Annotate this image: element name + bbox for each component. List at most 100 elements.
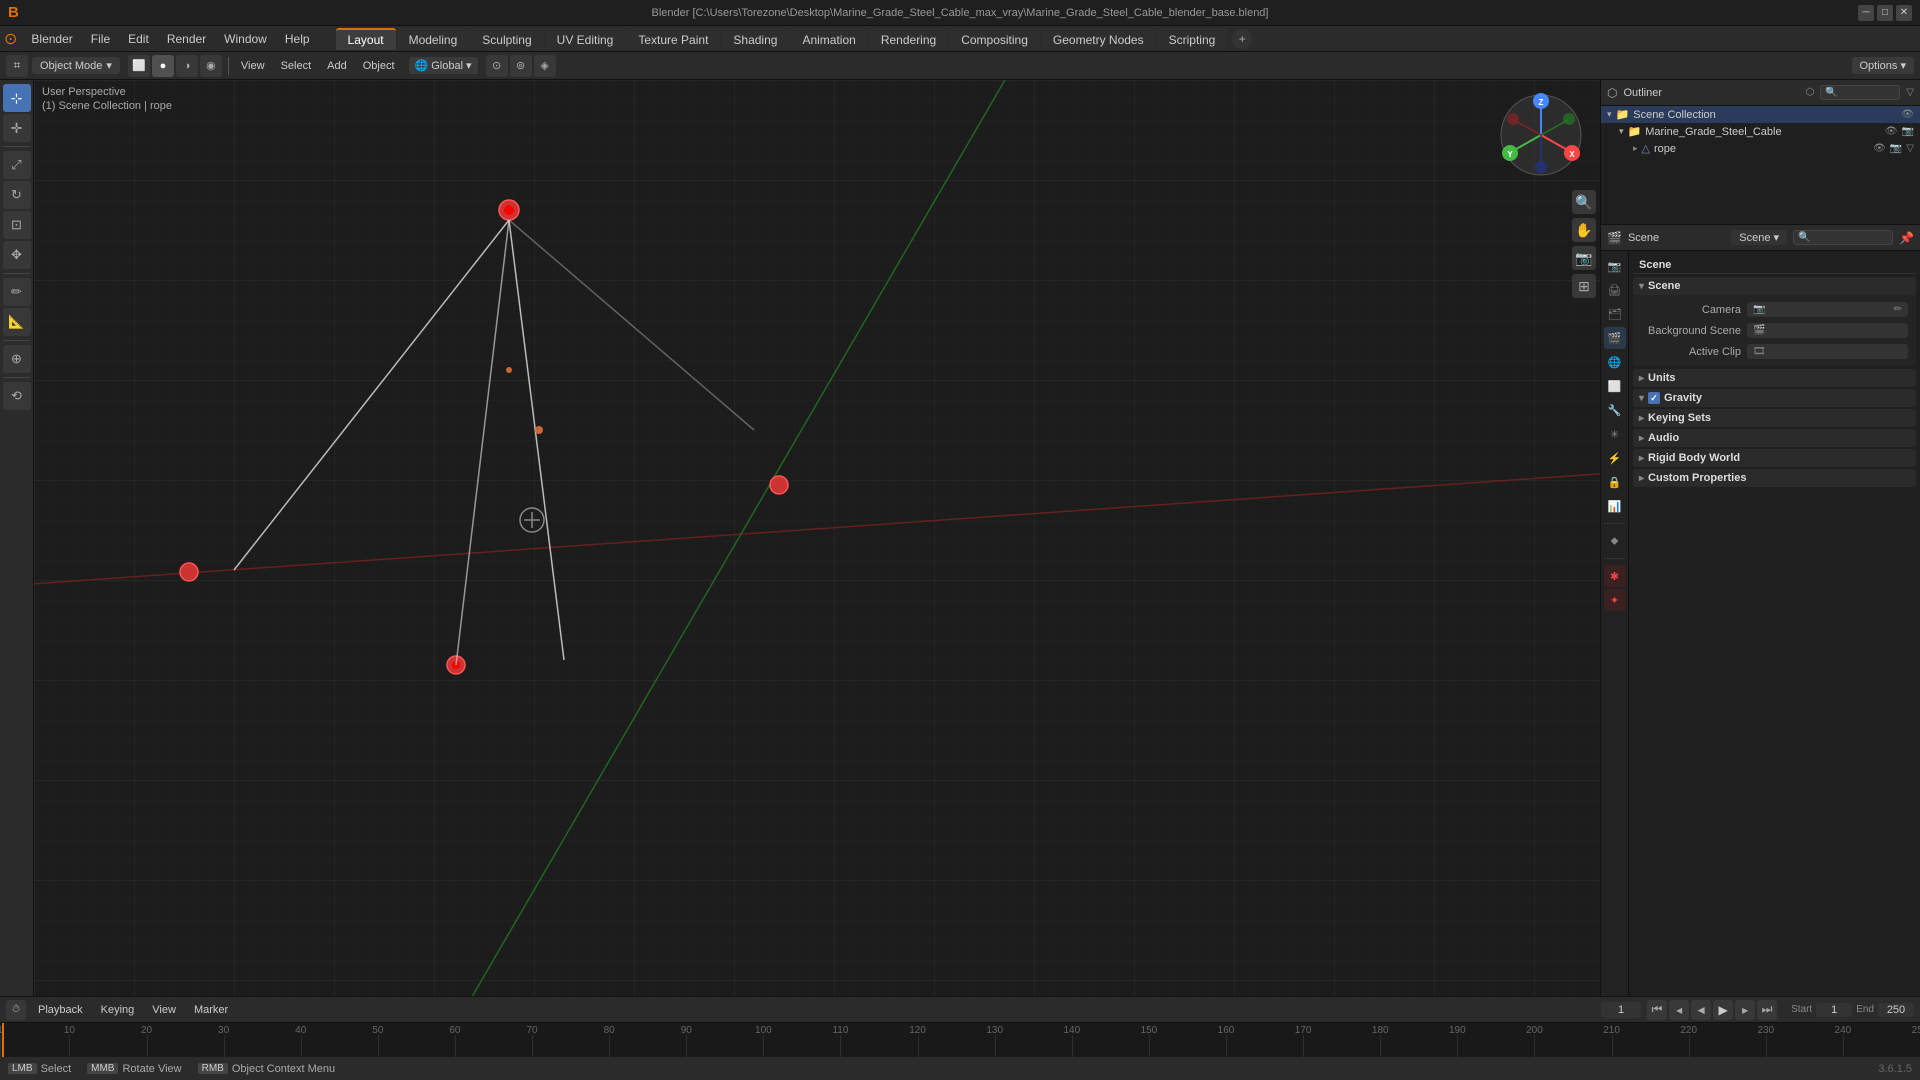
end-frame-value[interactable]: 250 [1878, 1003, 1914, 1017]
menu-file[interactable]: File [83, 30, 118, 48]
menu-window[interactable]: Window [216, 30, 275, 48]
current-frame-display[interactable]: 1 [1601, 1002, 1641, 1018]
view-menu[interactable]: View [235, 58, 271, 74]
snap-button[interactable]: ⊙ [486, 55, 508, 77]
modifier-properties-icon[interactable]: 🔧 [1604, 399, 1626, 421]
close-button[interactable]: ✕ [1896, 5, 1912, 21]
object-properties-icon[interactable]: ⬜ [1604, 375, 1626, 397]
properties-pin-button[interactable]: 📌 [1899, 231, 1914, 245]
tab-scripting[interactable]: Scripting [1157, 28, 1228, 50]
zoom-in-button[interactable]: 🔍 [1572, 190, 1596, 214]
hand-tool-button[interactable]: ✋ [1572, 218, 1596, 242]
prev-keyframe-button[interactable]: ◂ [1669, 1000, 1689, 1020]
outliner-item-scene-collection[interactable]: ▾ 📁 Scene Collection 👁 [1601, 106, 1920, 123]
properties-scene-selector[interactable]: Scene ▾ [1731, 230, 1787, 245]
tab-geometry-nodes[interactable]: Geometry Nodes [1041, 28, 1156, 50]
scale-tool[interactable]: ⊡ [3, 211, 31, 239]
outliner-search[interactable] [1820, 85, 1900, 100]
annotate-tool[interactable]: ✏ [3, 278, 31, 306]
rotate-tool[interactable]: ↻ [3, 181, 31, 209]
jump-end-button[interactable]: ⏭ [1757, 1000, 1777, 1020]
audio-section-header[interactable]: ▸ Audio [1633, 429, 1916, 447]
cursor-tool[interactable]: ✛ [3, 114, 31, 142]
add-menu[interactable]: Add [321, 58, 353, 74]
menu-help[interactable]: Help [277, 30, 318, 48]
scene-collection-visible-icon[interactable]: 👁 [1901, 109, 1914, 120]
add-workspace-button[interactable]: + [1232, 29, 1252, 49]
tab-modeling[interactable]: Modeling [397, 28, 470, 50]
outliner-item-marine[interactable]: ▾ 📁 Marine_Grade_Steel_Cable 👁 📷 [1601, 123, 1920, 140]
tab-sculpting[interactable]: Sculpting [470, 28, 543, 50]
viewport-shading-solid[interactable]: ● [152, 55, 174, 77]
marker-menu[interactable]: Marker [188, 1002, 234, 1018]
tab-layout[interactable]: Layout [336, 28, 396, 50]
gravity-section-header[interactable]: ▾ ✓ Gravity [1633, 389, 1916, 407]
particles-active-icon[interactable]: ✦ [1604, 589, 1626, 611]
editor-type-button[interactable]: ⌗ [6, 55, 28, 77]
play-reverse-button[interactable]: ◄ [1691, 1000, 1711, 1020]
view-layer-properties-icon[interactable]: 🗂 [1604, 303, 1626, 325]
transform-tool[interactable]: ✥ [3, 241, 31, 269]
navigation-gizmo[interactable]: Z X Y [1496, 90, 1586, 180]
background-scene-value-box[interactable]: 🎬 [1747, 323, 1908, 338]
minimize-button[interactable]: ─ [1858, 5, 1874, 21]
outliner-display-mode[interactable]: ⬡ [1806, 87, 1815, 98]
object-mode-dropdown[interactable]: Object Mode ▾ [32, 57, 120, 74]
camera-value-box[interactable]: 📷 ✏ [1747, 302, 1908, 317]
play-button[interactable]: ▶ [1713, 1000, 1733, 1020]
move-tool[interactable]: ⤢ [3, 151, 31, 179]
view-menu-timeline[interactable]: View [146, 1002, 182, 1018]
select-menu[interactable]: Select [275, 58, 318, 74]
active-clip-value-box[interactable]: 🎞 [1747, 344, 1908, 359]
options-button[interactable]: Options ▾ [1852, 57, 1915, 74]
tab-texture-paint[interactable]: Texture Paint [626, 28, 720, 50]
tab-animation[interactable]: Animation [790, 28, 867, 50]
playback-menu[interactable]: Playback [32, 1002, 89, 1018]
render-properties-icon[interactable]: 📷 [1604, 255, 1626, 277]
menu-edit[interactable]: Edit [120, 30, 157, 48]
world-properties-icon[interactable]: 🌐 [1604, 351, 1626, 373]
rigid-body-section-header[interactable]: ▸ Rigid Body World [1633, 449, 1916, 467]
tab-shading[interactable]: Shading [721, 28, 789, 50]
menu-blender[interactable]: Blender [23, 30, 80, 48]
start-frame-value[interactable]: 1 [1816, 1003, 1852, 1017]
custom-props-header[interactable]: ▸ Custom Properties [1633, 469, 1916, 487]
3d-viewport[interactable]: User Perspective (1) Scene Collection | … [34, 80, 1600, 996]
timeline-type-icon[interactable]: ⏱ [6, 1000, 26, 1020]
show-gizmo-button[interactable]: ◈ [534, 55, 556, 77]
viewport-shading-wireframe[interactable]: ⬜ [128, 55, 150, 77]
material-properties-icon[interactable]: ⬥ [1604, 530, 1626, 552]
timeline-track[interactable]: 1102030405060708090100110120130140150160… [0, 1023, 1920, 1057]
active-tool-icon[interactable]: ✱ [1604, 565, 1626, 587]
data-properties-icon[interactable]: 📊 [1604, 495, 1626, 517]
marine-render-icon[interactable]: 📷 [1902, 126, 1914, 137]
maximize-button[interactable]: □ [1877, 5, 1893, 21]
transform-global-dropdown[interactable]: 🌐 Global ▾ [409, 57, 478, 74]
viewport-shading-rendered[interactable]: ◉ [200, 55, 222, 77]
particles-properties-icon[interactable]: ✳ [1604, 423, 1626, 445]
keying-sets-header[interactable]: ▸ Keying Sets [1633, 409, 1916, 427]
tab-compositing[interactable]: Compositing [949, 28, 1040, 50]
menu-render[interactable]: Render [159, 30, 214, 48]
measure-tool[interactable]: 📐 [3, 308, 31, 336]
properties-search[interactable]: 🔍 [1793, 230, 1893, 245]
rope-filter-icon[interactable]: ▽ [1906, 143, 1914, 154]
outliner-filter-button[interactable]: ▽ [1906, 87, 1914, 98]
scene-properties-icon[interactable]: 🎬 [1604, 327, 1626, 349]
rope-render-icon[interactable]: 📷 [1890, 143, 1902, 154]
outliner-item-rope[interactable]: ▸ △ rope 👁 📷 ▽ [1601, 140, 1920, 157]
viewport-shading-material[interactable]: ◑ [176, 55, 198, 77]
marine-visible-icon[interactable]: 👁 [1885, 126, 1898, 137]
gravity-checkbox[interactable]: ✓ [1648, 392, 1660, 404]
units-section-header[interactable]: ▸ Units [1633, 369, 1916, 387]
physics-properties-icon[interactable]: ⚡ [1604, 447, 1626, 469]
object-menu[interactable]: Object [357, 58, 401, 74]
proportional-edit-button[interactable]: ⊚ [510, 55, 532, 77]
grid-view-button[interactable]: ⊞ [1572, 274, 1596, 298]
keying-menu[interactable]: Keying [95, 1002, 141, 1018]
select-box-tool[interactable]: ⊹ [3, 84, 31, 112]
rope-visible-icon[interactable]: 👁 [1873, 143, 1886, 154]
camera-edit-icon[interactable]: ✏ [1894, 304, 1902, 315]
output-properties-icon[interactable]: 🖨 [1604, 279, 1626, 301]
history-tool-btn[interactable]: ⟲ [3, 382, 31, 410]
